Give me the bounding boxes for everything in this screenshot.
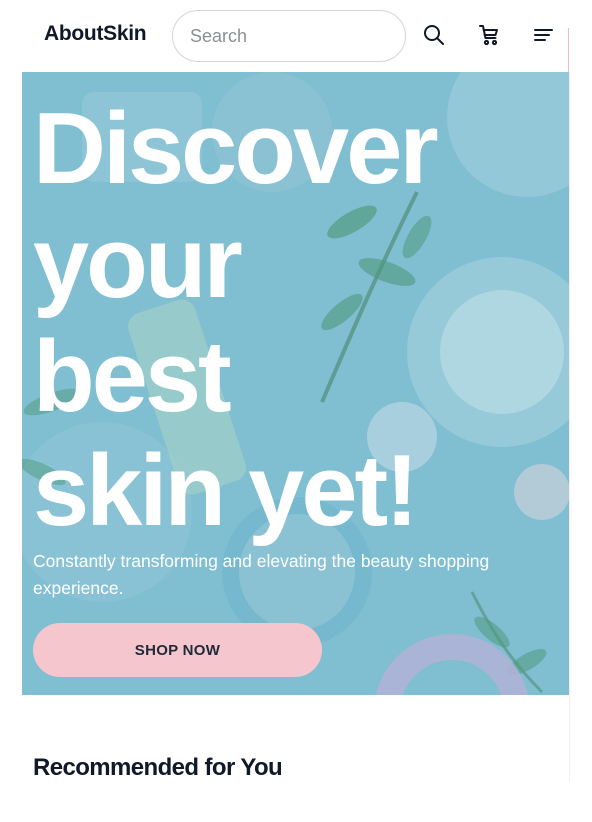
hero-title-line: best xyxy=(33,321,232,433)
site-logo[interactable]: AboutSkin xyxy=(44,22,147,46)
section-title: Recommended for You xyxy=(33,754,283,781)
search-box[interactable] xyxy=(172,10,406,62)
hero-banner: Discover your best skin yet! Constantly … xyxy=(22,72,569,695)
site-header: AboutSkin xyxy=(0,0,592,158)
cart-icon[interactable] xyxy=(477,23,503,49)
search-input[interactable] xyxy=(190,23,390,49)
hero-title: Discover your best skin yet! xyxy=(33,92,553,548)
hero-subtitle: Constantly transforming and elevating th… xyxy=(33,551,490,598)
shop-now-button[interactable]: SHOP NOW xyxy=(33,623,322,677)
search-icon[interactable] xyxy=(422,23,448,49)
scroll-edge xyxy=(569,72,570,782)
menu-icon[interactable] xyxy=(532,23,558,49)
hero-title-line: Discover xyxy=(33,93,439,205)
hero-title-line: skin yet! xyxy=(33,435,419,547)
hero-title-line: your xyxy=(33,207,243,319)
